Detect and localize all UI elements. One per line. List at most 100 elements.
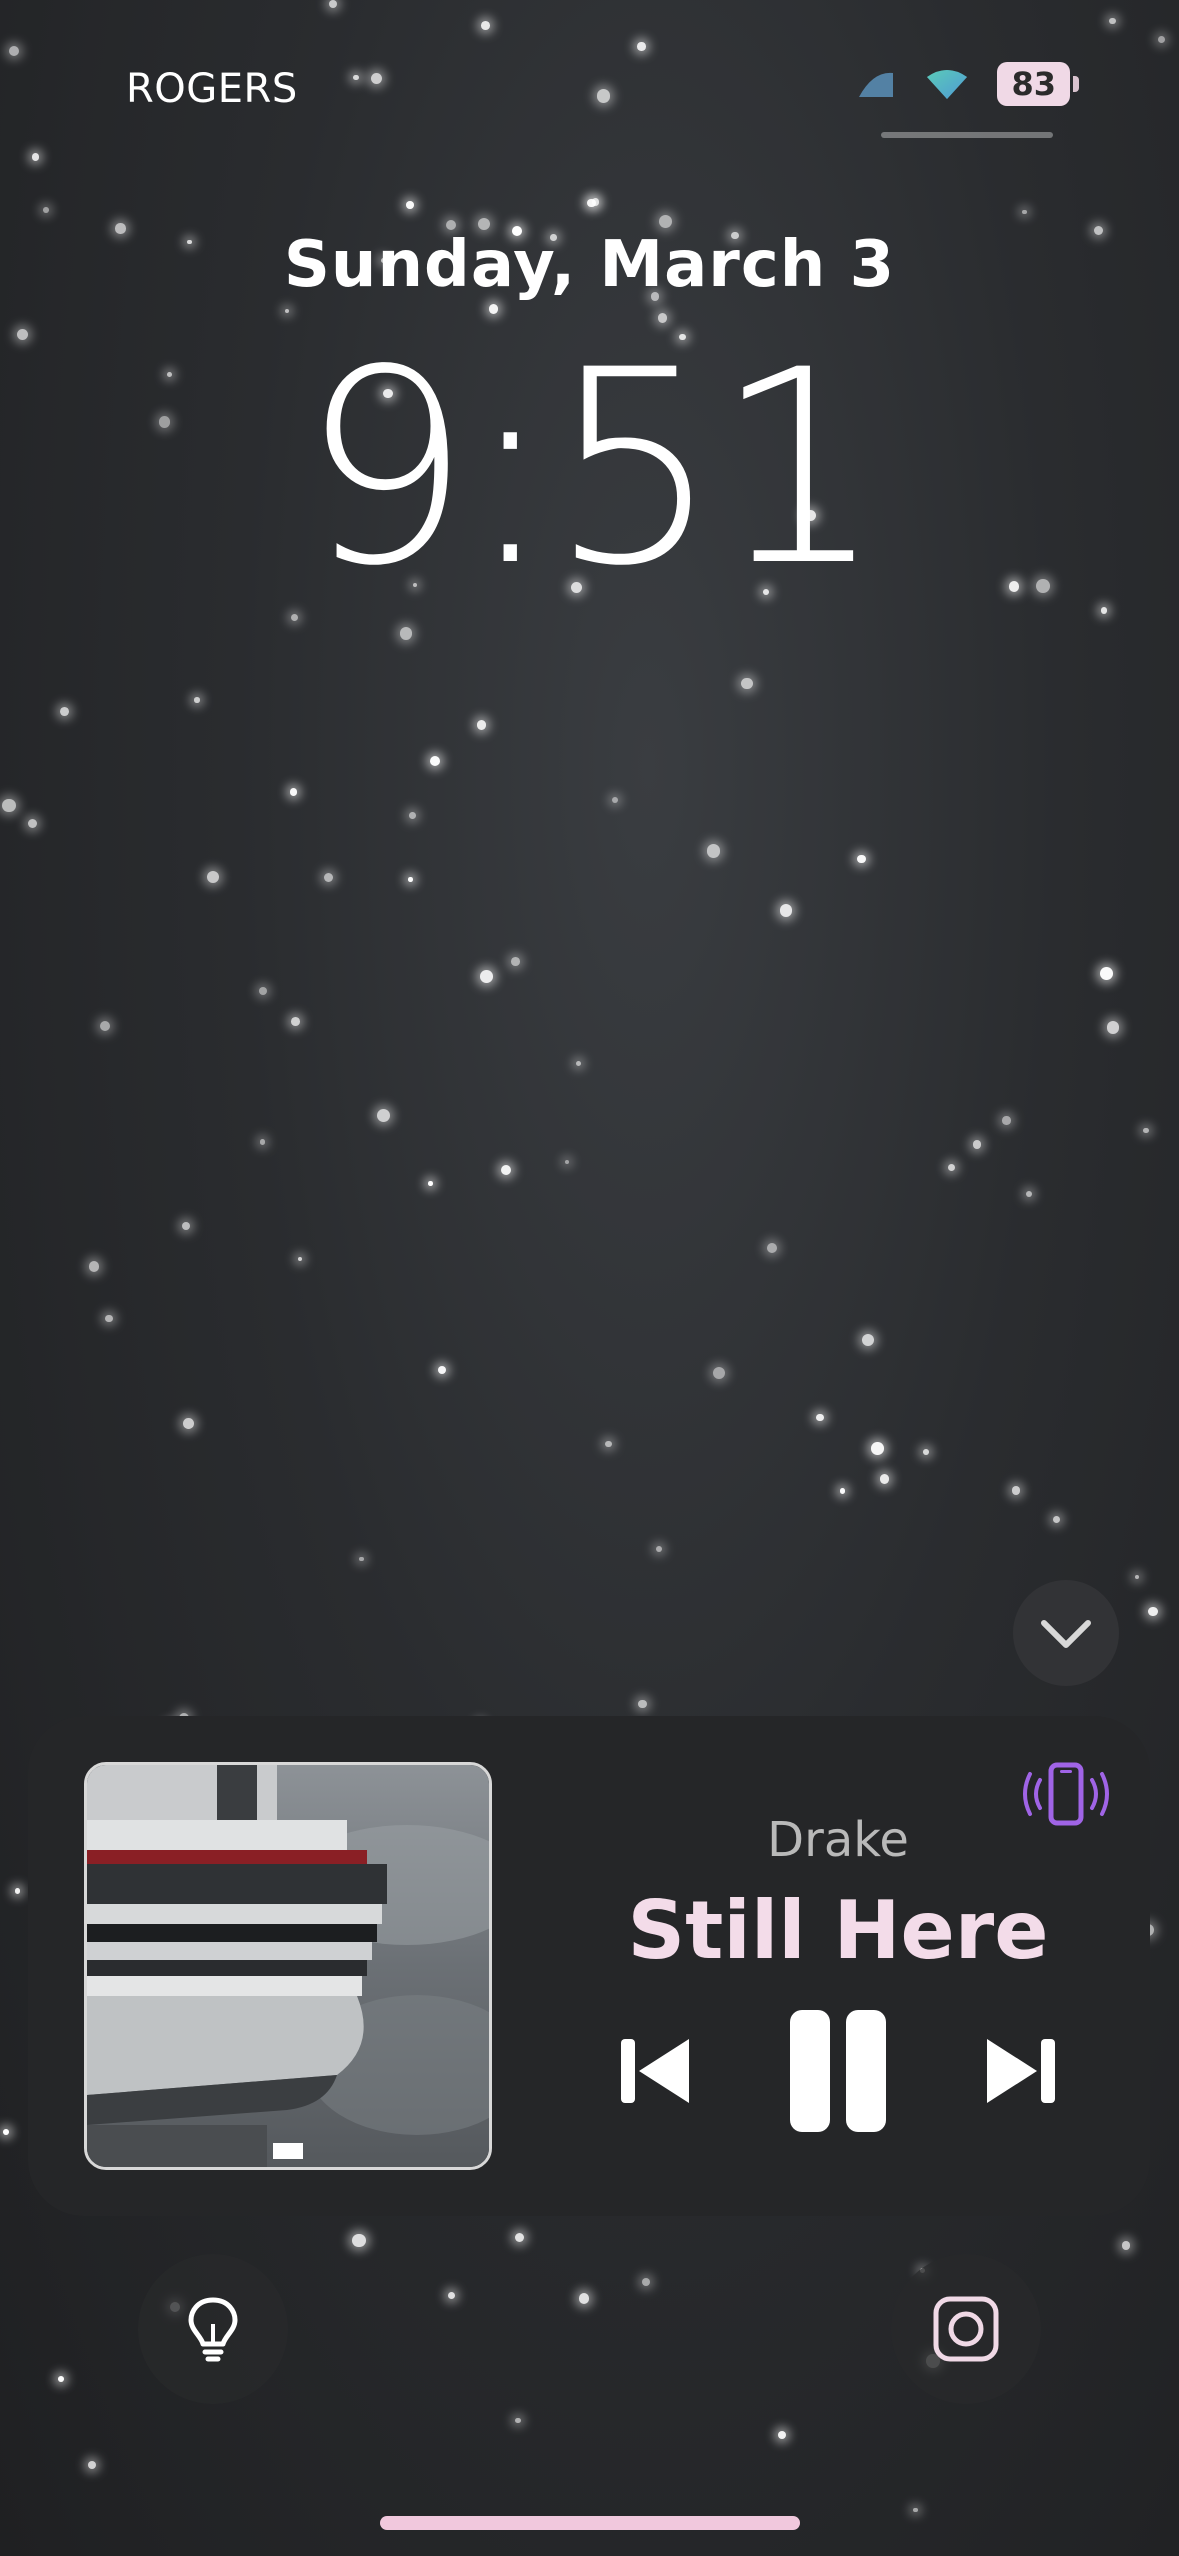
star-dot — [371, 73, 383, 85]
star-dot — [258, 986, 267, 995]
battery-icon: 83 — [997, 62, 1079, 106]
chevron-down-icon — [1041, 1620, 1091, 1648]
star-dot — [481, 21, 490, 31]
star-dot — [766, 1243, 777, 1253]
lock-date: Sunday, March 3 — [283, 228, 896, 302]
star-dot — [923, 1449, 930, 1456]
previous-track-icon — [621, 2039, 689, 2103]
star-dot — [659, 215, 673, 229]
star-dot — [297, 1256, 303, 1262]
star-dot — [87, 2461, 96, 2470]
star-dot — [104, 1314, 113, 1323]
star-dot — [879, 1474, 889, 1484]
star-dot — [100, 1020, 111, 1031]
star-dot — [329, 0, 338, 9]
now-playing-widget: Drake Still Here — [28, 1716, 1150, 2216]
home-indicator[interactable] — [380, 2516, 800, 2530]
next-track-icon — [987, 2039, 1055, 2103]
next-track-button[interactable] — [976, 2006, 1066, 2136]
star-dot — [408, 877, 413, 882]
star-dot — [1109, 17, 1117, 25]
star-dot — [515, 2417, 521, 2424]
collapse-player-button[interactable] — [1013, 1580, 1119, 1686]
star-dot — [429, 755, 441, 767]
star-dot — [1052, 1515, 1060, 1524]
star-dot — [359, 1557, 364, 1562]
status-icons: 83 — [853, 62, 1079, 106]
star-dot — [284, 308, 289, 313]
star-dot — [779, 904, 793, 917]
camera-button[interactable] — [891, 2254, 1041, 2404]
star-dot — [3, 2129, 10, 2135]
star-dot — [1022, 209, 1027, 215]
track-title: Still Here — [627, 1884, 1049, 1977]
carrier-label: ROGERS — [126, 66, 298, 112]
wifi-icon — [927, 70, 968, 99]
star-dot — [712, 1367, 725, 1380]
star-dot — [352, 74, 359, 81]
star-dot — [437, 1365, 446, 1375]
star-dot — [1099, 967, 1113, 981]
star-dot — [1143, 1127, 1150, 1134]
battery-level: 83 — [997, 62, 1070, 106]
star-dot — [1025, 1190, 1032, 1198]
star-dot — [605, 1440, 612, 1447]
pause-icon — [790, 2010, 886, 2132]
star-dot — [1106, 1021, 1119, 1034]
star-dot — [194, 697, 200, 703]
album-art[interactable] — [84, 1762, 492, 2170]
star-dot — [14, 1888, 21, 1894]
star-dot — [857, 854, 866, 864]
star-dot — [31, 153, 40, 161]
star-dot — [289, 788, 298, 797]
star-dot — [428, 1181, 433, 1186]
star-dot — [8, 45, 20, 57]
star-dot — [58, 2375, 64, 2382]
pause-button[interactable] — [783, 2006, 893, 2136]
flashlight-button[interactable] — [138, 2254, 288, 2404]
star-dot — [871, 1442, 884, 1455]
star-dot — [1100, 607, 1107, 614]
lock-time: 9:51 — [300, 313, 885, 625]
star-dot — [777, 2430, 787, 2440]
star-dot — [1134, 1575, 1139, 1580]
star-dot — [181, 1221, 191, 1231]
star-dot — [596, 88, 611, 103]
previous-track-button[interactable] — [610, 2006, 700, 2136]
star-dot — [913, 2507, 918, 2513]
star-dot — [578, 2293, 590, 2304]
battery-tip — [1073, 76, 1079, 92]
star-dot — [259, 1139, 266, 1145]
star-dot — [480, 970, 494, 983]
star-dot — [206, 870, 220, 884]
star-dot — [575, 1061, 581, 1067]
star-dot — [1158, 35, 1166, 43]
star-dot — [706, 844, 721, 858]
album-art-image — [87, 1765, 489, 2167]
star-dot — [409, 811, 416, 819]
star-dot — [500, 1164, 511, 1176]
star-dot — [515, 2232, 525, 2242]
star-dot — [862, 1334, 875, 1347]
star-dot — [376, 1108, 391, 1123]
star-dot — [1148, 1606, 1158, 1617]
star-dot — [1002, 1116, 1011, 1125]
star-dot — [323, 872, 334, 883]
star-dot — [60, 707, 70, 717]
star-dot — [352, 2233, 366, 2248]
star-dot — [1121, 2241, 1131, 2251]
star-dot — [612, 796, 619, 803]
star-dot — [656, 1545, 663, 1553]
star-dot — [88, 1261, 100, 1272]
star-dot — [1011, 1486, 1021, 1495]
star-dot — [637, 42, 646, 51]
star-dot — [290, 1017, 300, 1026]
star-dot — [290, 613, 299, 622]
flashlight-icon — [188, 2297, 238, 2362]
star-dot — [638, 1699, 647, 1709]
star-dot — [816, 1413, 824, 1422]
star-dot — [741, 677, 753, 690]
star-dot — [476, 719, 487, 730]
star-dot — [43, 206, 50, 213]
star-dot — [565, 1160, 570, 1165]
